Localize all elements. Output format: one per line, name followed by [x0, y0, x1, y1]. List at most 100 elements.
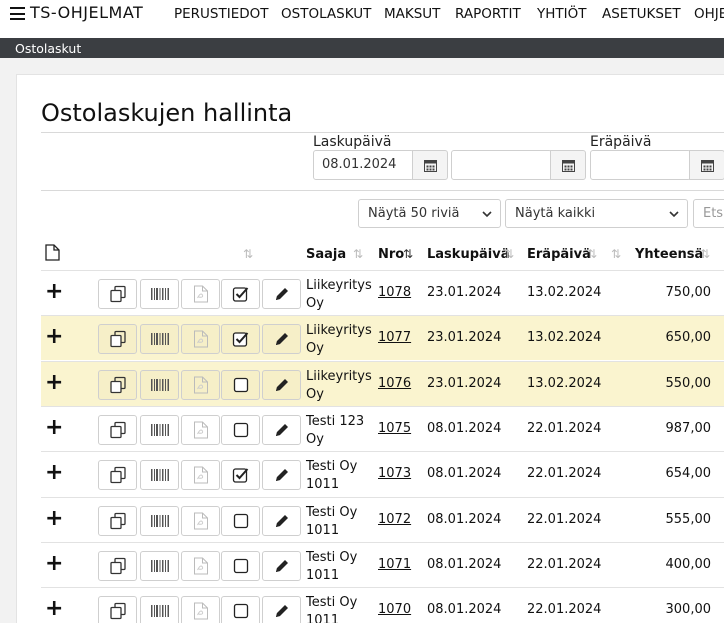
pdf-icon[interactable]: [181, 414, 220, 445]
checkbox-checked-icon[interactable]: [221, 279, 260, 309]
copy-icon[interactable]: [98, 550, 137, 581]
barcode-icon[interactable]: [140, 324, 179, 355]
calendar-icon[interactable]: [412, 150, 448, 180]
cell-nro-link[interactable]: 1077: [378, 330, 411, 345]
hamburger-icon[interactable]: [10, 7, 25, 20]
table-row: + Liikeyritys Oy 1077 23.01.2024 13.02.2…: [41, 315, 724, 361]
cell-saaja: Liikeyritys Oy: [306, 323, 372, 357]
plus-icon[interactable]: +: [45, 507, 63, 529]
copy-icon[interactable]: [98, 279, 137, 309]
laskupaiva-to-input[interactable]: [451, 150, 552, 180]
barcode-icon[interactable]: [140, 505, 179, 536]
nav-perustiedot[interactable]: PERUSTIEDOT: [174, 6, 269, 22]
nav-raportit[interactable]: RAPORTIT: [455, 6, 521, 22]
pencil-icon[interactable]: [262, 505, 301, 536]
sort-icon[interactable]: ⇅: [700, 247, 710, 261]
calendar-icon[interactable]: [550, 150, 586, 180]
col-yhteensa[interactable]: Yhteensä: [635, 247, 703, 262]
pencil-icon[interactable]: [262, 596, 301, 623]
table-row: + Testi 123 Oy 1075 08.01.2024 22.01.202…: [41, 405, 724, 451]
col-nro[interactable]: Nro: [378, 247, 404, 262]
pdf-icon[interactable]: [181, 324, 220, 355]
barcode-icon[interactable]: [140, 550, 179, 581]
checkbox-icon[interactable]: [221, 550, 260, 581]
rows-per-page-value: Näytä 50 riviä: [368, 206, 460, 221]
pdf-icon[interactable]: [181, 279, 220, 309]
copy-icon[interactable]: [98, 596, 137, 623]
pencil-icon[interactable]: [262, 324, 301, 355]
pdf-icon[interactable]: [181, 596, 220, 623]
pdf-icon[interactable]: [181, 460, 220, 491]
nav-maksut[interactable]: MAKSUT: [384, 6, 440, 22]
cell-yhteensa: 300,00: [665, 602, 712, 618]
cell-nro-link[interactable]: 1070: [378, 602, 411, 617]
plus-icon[interactable]: +: [45, 326, 63, 348]
barcode-icon[interactable]: [140, 460, 179, 491]
copy-icon[interactable]: [98, 414, 137, 445]
checkbox-checked-icon[interactable]: [221, 460, 260, 491]
sort-icon[interactable]: ⇅: [504, 247, 514, 261]
plus-icon[interactable]: +: [45, 281, 63, 303]
copy-icon[interactable]: [98, 324, 137, 355]
plus-icon[interactable]: +: [45, 462, 63, 484]
cell-yhteensa: 650,00: [665, 330, 712, 346]
checkbox-checked-icon[interactable]: [221, 324, 260, 355]
checkbox-icon[interactable]: [221, 596, 260, 623]
show-filter-select[interactable]: Näytä kaikki: [505, 199, 688, 228]
cell-saaja: Testi Oy 1011: [306, 459, 358, 493]
nav-yhtiot[interactable]: YHTIÖT: [537, 6, 587, 22]
barcode-icon[interactable]: [140, 596, 179, 623]
nav-ohje[interactable]: OHJE: [694, 6, 724, 22]
cell-nro-link[interactable]: 1078: [378, 285, 411, 300]
cell-nro-link[interactable]: 1072: [378, 512, 411, 527]
top-bar: TS-OHJELMAT PERUSTIEDOT OSTOLASKUT MAKSU…: [0, 0, 724, 38]
pencil-icon[interactable]: [262, 279, 301, 309]
brand-logo[interactable]: TS-OHJELMAT: [30, 3, 143, 22]
cell-nro-link[interactable]: 1071: [378, 557, 411, 572]
sort-icon[interactable]: ⇅: [353, 247, 363, 261]
barcode-icon[interactable]: [140, 279, 179, 309]
nav-asetukset[interactable]: ASETUKSET: [602, 6, 681, 22]
sort-icon[interactable]: ⇅: [243, 247, 253, 261]
copy-icon[interactable]: [98, 460, 137, 491]
rows-per-page-select[interactable]: Näytä 50 riviä: [358, 199, 501, 228]
laskupaiva-from-input[interactable]: 08.01.2024: [313, 150, 414, 180]
cell-nro-link[interactable]: 1075: [378, 421, 411, 436]
cell-erapaiva: 13.02.2024: [527, 285, 602, 300]
copy-icon[interactable]: [98, 505, 137, 536]
col-erapaiva[interactable]: Eräpäivä: [527, 247, 591, 262]
pdf-icon[interactable]: [181, 505, 220, 536]
pencil-icon[interactable]: [262, 550, 301, 581]
plus-icon[interactable]: +: [45, 552, 63, 574]
col-laskupaiva[interactable]: Laskupäivä: [427, 247, 509, 262]
plus-icon[interactable]: +: [45, 598, 63, 620]
cell-nro-link[interactable]: 1076: [378, 376, 411, 391]
checkbox-icon[interactable]: [221, 505, 260, 536]
col-saaja[interactable]: Saaja: [306, 247, 346, 262]
new-document-icon[interactable]: [45, 244, 60, 265]
sort-desc-icon[interactable]: ⇅: [403, 247, 413, 261]
pencil-icon[interactable]: [262, 414, 301, 445]
checkbox-icon[interactable]: [221, 414, 260, 445]
checkbox-icon[interactable]: [221, 369, 260, 400]
erapaiva-from-input[interactable]: [590, 150, 691, 180]
cell-laskupaiva: 08.01.2024: [427, 602, 502, 618]
pencil-icon[interactable]: [262, 369, 301, 400]
copy-icon[interactable]: [98, 369, 137, 400]
sort-icon[interactable]: ⇅: [611, 247, 621, 261]
cell-nro-link[interactable]: 1073: [378, 466, 411, 481]
pencil-icon[interactable]: [262, 460, 301, 491]
barcode-icon[interactable]: [140, 414, 179, 445]
sort-icon[interactable]: ⇅: [587, 247, 597, 261]
cell-laskupaiva: 08.01.2024: [427, 511, 502, 527]
search-input[interactable]: Etsi: [693, 199, 724, 228]
plus-icon[interactable]: +: [45, 371, 63, 393]
barcode-icon[interactable]: [140, 369, 179, 400]
pdf-icon[interactable]: [181, 550, 220, 581]
plus-icon[interactable]: +: [45, 416, 63, 438]
pdf-icon[interactable]: [181, 369, 220, 400]
calendar-icon[interactable]: [689, 150, 724, 180]
nav-ostolaskut[interactable]: OSTOLASKUT: [281, 6, 371, 22]
laskupaiva-label: Laskupäivä: [313, 134, 392, 150]
table-row: + Testi Oy 1011 1071 08.01.2024 22.01.20…: [41, 541, 724, 587]
